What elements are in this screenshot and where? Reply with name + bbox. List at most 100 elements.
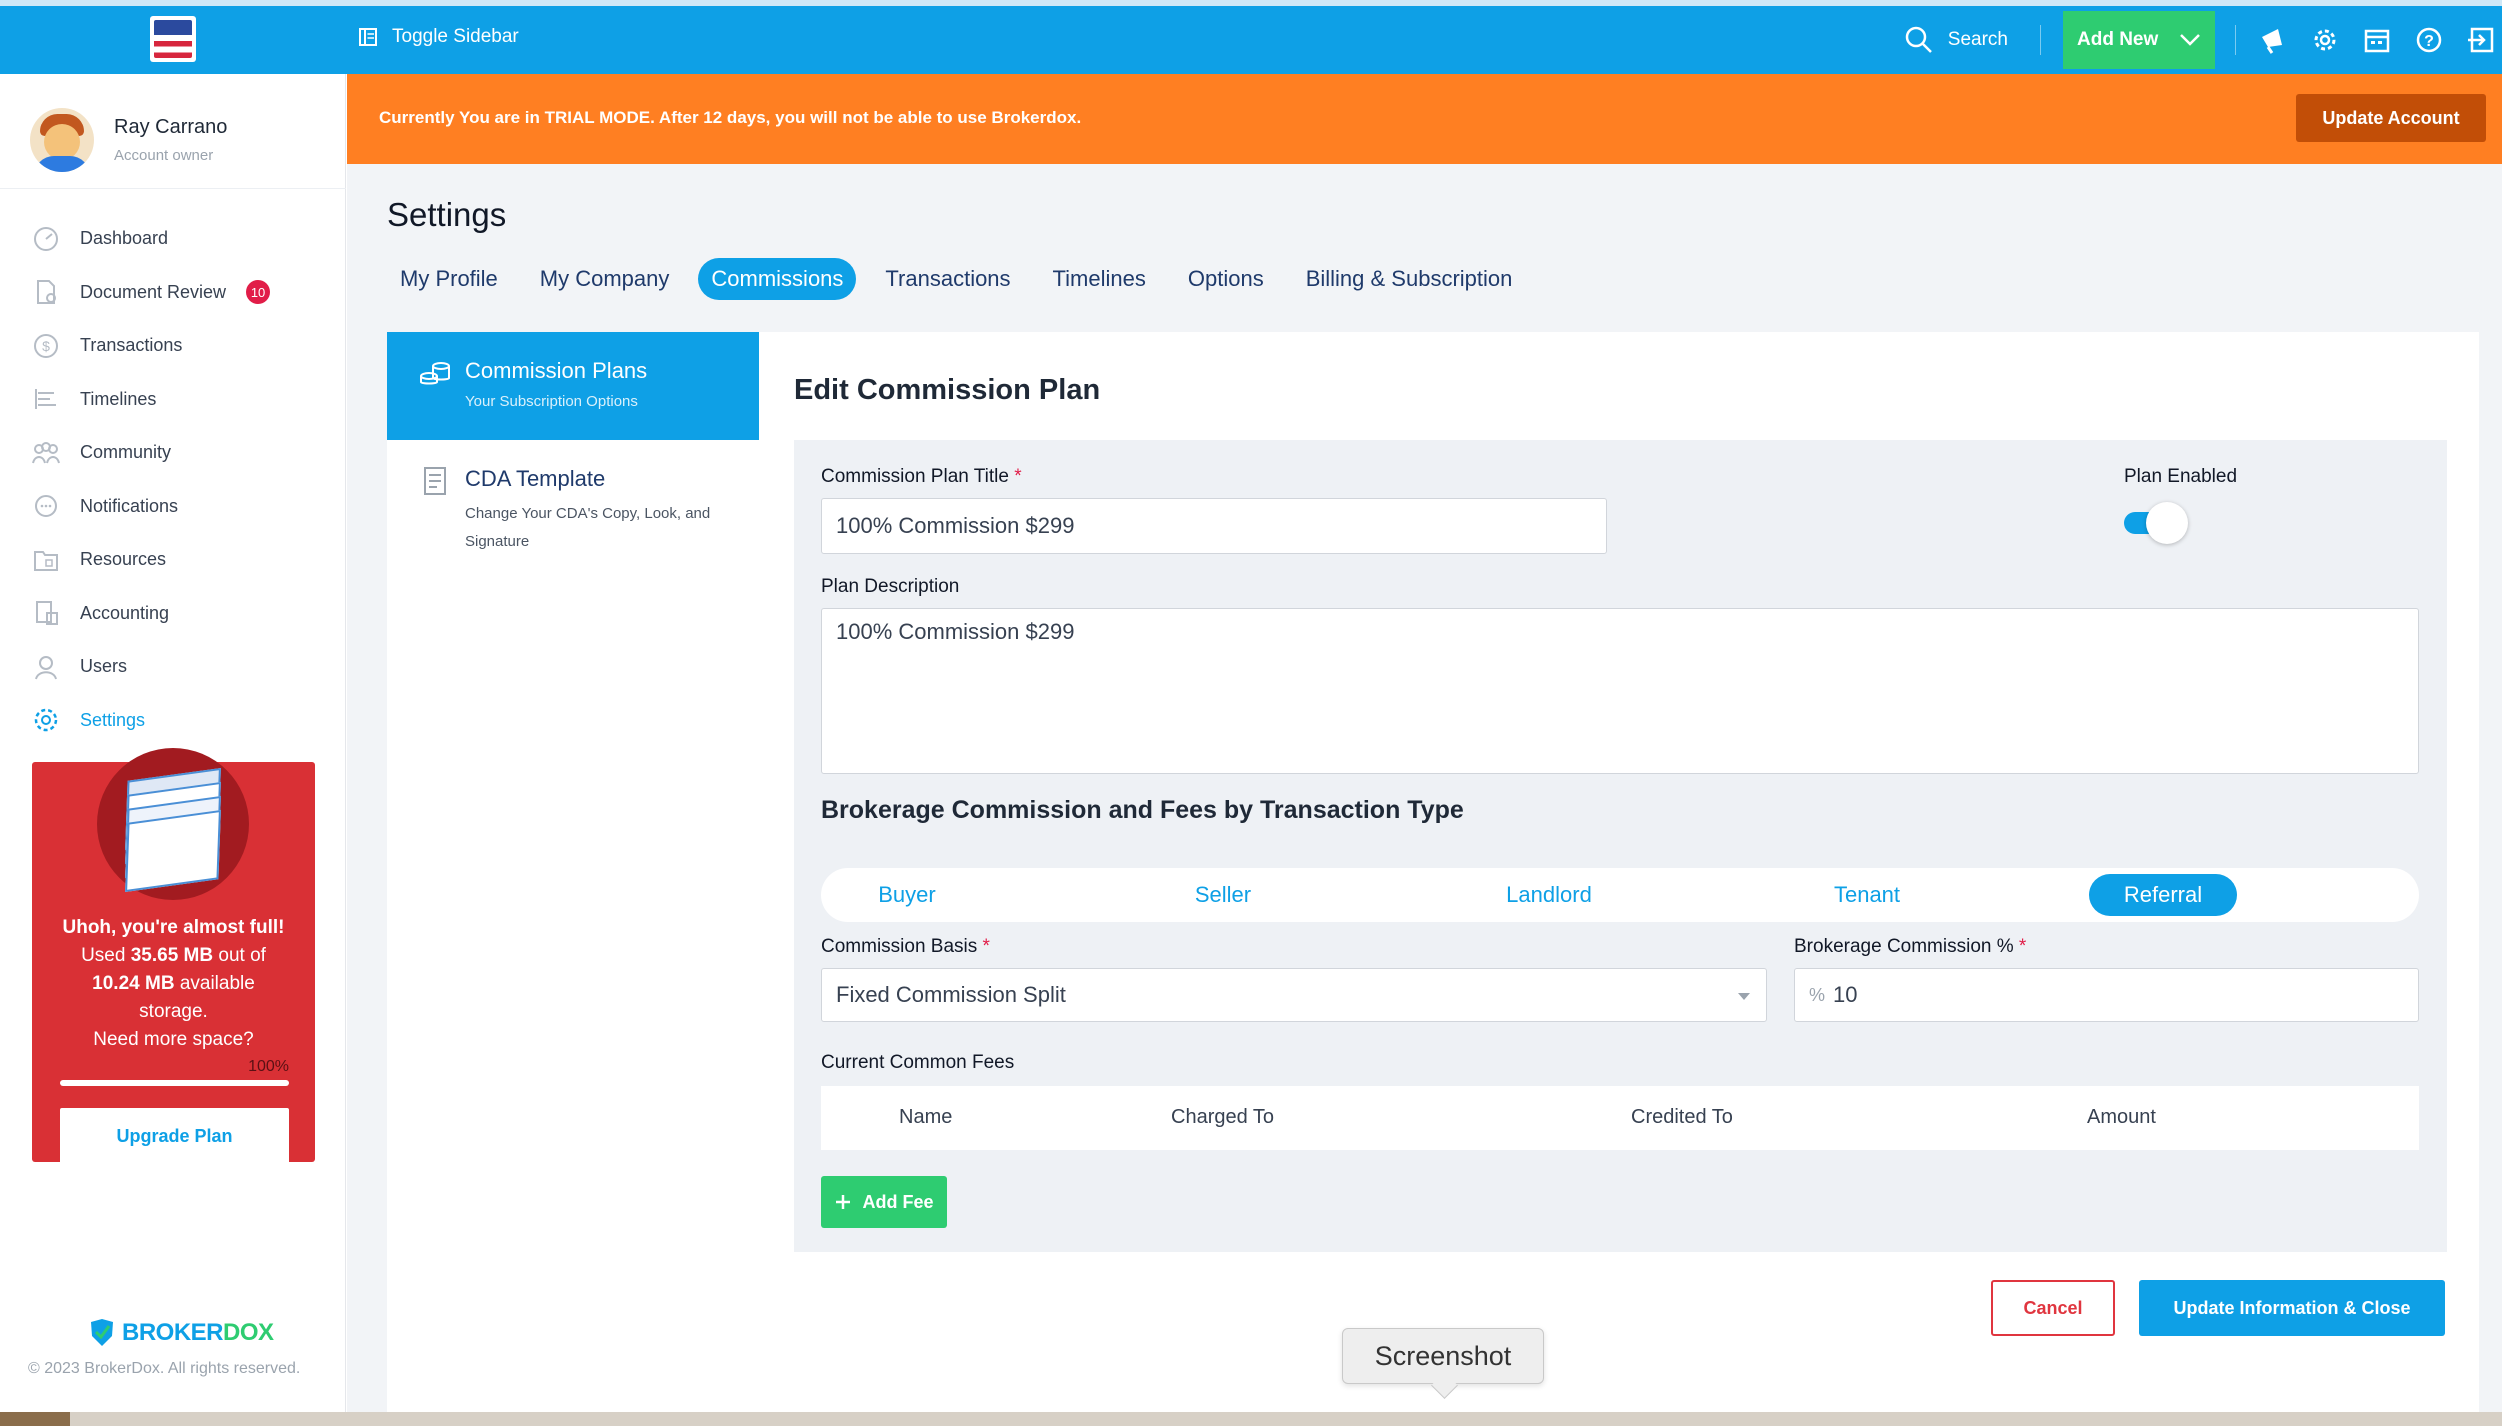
logout-icon[interactable] — [2464, 23, 2498, 57]
storage-used-line: Used 35.65 MB out of — [32, 942, 315, 970]
column-header-amount: Amount — [2087, 1106, 2156, 1128]
column-header-credited-to: Credited To — [1631, 1106, 1733, 1128]
sidebar-item-label: Timelines — [80, 388, 157, 409]
sidebar-item-label: Accounting — [80, 602, 170, 623]
sidebar-item-transactions[interactable]: $ Transactions — [30, 319, 330, 373]
app-logo[interactable] — [150, 16, 196, 62]
sidebar-item-label: Notifications — [80, 495, 179, 516]
brand-logo: BROKER DOX — [88, 1318, 274, 1348]
search-button[interactable]: Search — [1904, 25, 2041, 55]
sidebar-item-label: Resources — [80, 549, 167, 570]
tab-my-company[interactable]: My Company — [527, 258, 683, 300]
document-template-icon — [419, 466, 451, 548]
user-icon — [30, 651, 62, 683]
gear-icon[interactable] — [2308, 23, 2342, 57]
storage-used-suffix: out of — [213, 945, 266, 966]
sidebar-item-document-review[interactable]: Document Review 10 — [30, 266, 330, 320]
svg-text:$: $ — [42, 338, 50, 354]
sidebar-item-users[interactable]: Users — [30, 640, 330, 694]
settings-tabs: My Profile My Company Commissions Transa… — [387, 258, 1541, 300]
screenshot-tooltip: Screenshot — [1342, 1328, 1544, 1384]
calendar-icon[interactable] — [2360, 23, 2394, 57]
sidebar-item-label: Transactions — [80, 335, 183, 356]
fees-table-header: Name Charged To Credited To Amount — [821, 1086, 2419, 1150]
add-fee-button[interactable]: Add Fee — [821, 1176, 947, 1228]
tab-buyer[interactable]: Buyer — [851, 874, 963, 916]
update-account-button[interactable]: Update Account — [2296, 94, 2486, 142]
megaphone-icon[interactable] — [2256, 23, 2290, 57]
required-marker: * — [2018, 936, 2027, 957]
plan-title-label: Commission Plan Title * — [821, 466, 1022, 488]
dollar-circle-icon: $ — [30, 330, 62, 362]
upgrade-plan-button[interactable]: Upgrade Plan — [60, 1108, 289, 1164]
add-new-label: Add New — [2077, 29, 2159, 50]
editor-title: Edit Commission Plan — [794, 374, 1101, 406]
transaction-type-tabs: Buyer Seller Landlord Tenant Referral — [821, 868, 2419, 922]
tab-commissions[interactable]: Commissions — [698, 258, 857, 300]
sidebar-item-notifications[interactable]: Notifications — [30, 480, 330, 534]
toggle-sidebar-button[interactable]: Toggle Sidebar — [358, 22, 519, 52]
brokerage-commission-label: Brokerage Commission % * — [1794, 936, 2026, 958]
storage-available-line: 10.24 MB available storage. — [32, 970, 315, 1026]
update-information-close-button[interactable]: Update Information & Close — [2139, 1280, 2445, 1336]
brokerage-commission-input[interactable]: % 10 — [1794, 968, 2419, 1022]
page-title: Settings — [387, 196, 507, 233]
column-header-charged-to: Charged To — [1171, 1106, 1275, 1128]
sidebar-item-dashboard[interactable]: Dashboard — [30, 212, 330, 266]
add-new-button[interactable]: Add New — [2063, 11, 2215, 69]
subnav-commission-plans[interactable]: Commission Plans Your Subscription Optio… — [387, 332, 759, 440]
required-marker: * — [982, 936, 990, 957]
sidebar-item-label: Users — [80, 656, 128, 677]
user-role: Account owner — [114, 147, 214, 164]
tab-seller[interactable]: Seller — [1167, 874, 1279, 916]
document-icon — [30, 276, 62, 308]
commission-basis-label-text: Commission Basis — [821, 936, 978, 957]
sidebar-item-accounting[interactable]: Accounting — [30, 587, 330, 641]
commission-form: Commission Plan Title * 100% Commission … — [794, 440, 2447, 1252]
tab-landlord[interactable]: Landlord — [1487, 874, 1611, 916]
tab-timelines[interactable]: Timelines — [1040, 258, 1159, 300]
sidebar-item-community[interactable]: Community — [30, 426, 330, 480]
subnav-cda-template[interactable]: CDA Template Change Your CDA's Copy, Loo… — [387, 440, 759, 550]
tab-billing-subscription[interactable]: Billing & Subscription — [1293, 258, 1526, 300]
storage-used-prefix: Used — [81, 945, 131, 966]
plan-enabled-toggle[interactable] — [2124, 502, 2194, 544]
sidebar-icon — [359, 28, 377, 46]
plan-title-input[interactable]: 100% Commission $299 — [821, 498, 1607, 554]
stacked-documents-icon — [97, 748, 249, 900]
cancel-button[interactable]: Cancel — [1991, 1280, 2115, 1336]
tab-transactions[interactable]: Transactions — [872, 258, 1023, 300]
plan-description-textarea[interactable]: 100% Commission $299 — [821, 608, 2419, 774]
tab-referral[interactable]: Referral — [2089, 874, 2237, 916]
sidebar-nav: Dashboard Document Review 10 $ Transacti… — [30, 212, 330, 747]
sidebar-item-settings[interactable]: Settings — [30, 694, 330, 748]
chevron-down-icon — [1738, 993, 1750, 1000]
chevron-down-icon — [2180, 34, 2200, 46]
storage-headline: Uhoh, you're almost full! — [62, 917, 285, 938]
search-label: Search — [1947, 29, 2008, 50]
required-marker: * — [1014, 466, 1022, 487]
brand-name-part2: DOX — [223, 1319, 274, 1346]
subnav-title: CDA Template — [465, 466, 606, 491]
chat-icon — [30, 490, 62, 522]
transaction-type-heading: Brokerage Commission and Fees by Transac… — [821, 796, 1464, 824]
sidebar-item-timelines[interactable]: Timelines — [30, 373, 330, 427]
storage-percent-label: 100% — [248, 1058, 289, 1075]
commission-basis-select[interactable]: Fixed Commission Split — [821, 968, 1767, 1022]
sidebar-item-resources[interactable]: Resources — [30, 533, 330, 587]
storage-progress-bar — [60, 1080, 289, 1086]
main-content: Settings My Profile My Company Commissio… — [347, 164, 2502, 1426]
tab-options[interactable]: Options — [1175, 258, 1277, 300]
sidebar-item-label: Dashboard — [80, 228, 169, 249]
storage-warning-card: Uhoh, you're almost full! Used 35.65 MB … — [32, 748, 315, 1164]
toggle-sidebar-label: Toggle Sidebar — [392, 26, 519, 47]
brokerage-commission-label-text: Brokerage Commission % — [1794, 936, 2014, 957]
help-icon[interactable]: ? — [2412, 23, 2446, 57]
tab-tenant[interactable]: Tenant — [1811, 874, 1923, 916]
flag-logo-icon — [154, 20, 192, 58]
coins-icon — [419, 358, 451, 440]
user-profile[interactable]: Ray Carrano Account owner — [30, 108, 227, 172]
sidebar-item-label: Community — [80, 442, 172, 463]
tab-my-profile[interactable]: My Profile — [387, 258, 511, 300]
subnav-subtitle: Your Subscription Options — [465, 393, 638, 410]
